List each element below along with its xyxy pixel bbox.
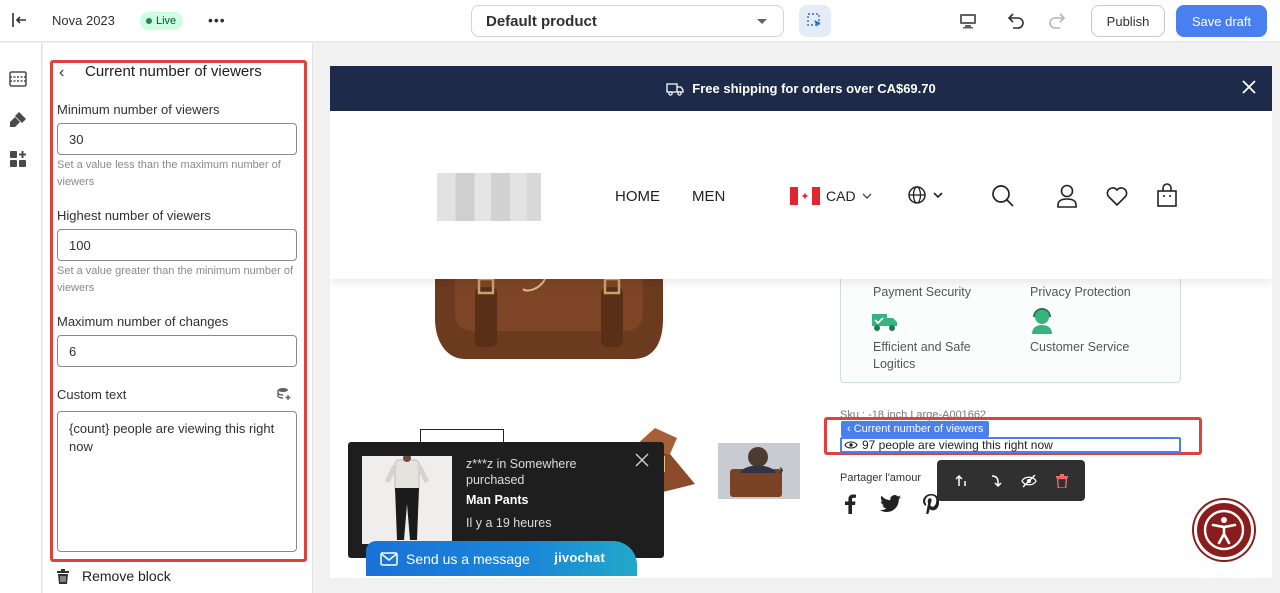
account-icon[interactable]: [1056, 184, 1078, 208]
chevron-right-icon[interactable]: ›: [779, 461, 784, 477]
live-dot-icon: [146, 18, 152, 24]
currency-selector[interactable]: ✦ CAD: [790, 187, 872, 205]
mail-icon: [380, 551, 398, 566]
trust-payment-security: Payment Security: [873, 285, 971, 299]
sections-icon[interactable]: [8, 69, 28, 89]
remove-block-label: Remove block: [82, 568, 171, 584]
delivery-truck-icon: [871, 310, 899, 332]
chevron-down-icon: [757, 19, 767, 24]
chat-label: Send us a message: [406, 550, 530, 567]
trust-efficient-logistics: Efficient and Safe Logitics: [873, 340, 971, 371]
trust-privacy-protection: Privacy Protection: [1030, 285, 1131, 299]
status-badge-label: Live: [156, 15, 177, 27]
redo-icon[interactable]: [1047, 10, 1069, 32]
popup-purchased: purchased: [466, 473, 525, 487]
back-chevron-icon[interactable]: ‹: [59, 64, 64, 82]
trust-customer-service: Customer Service: [1030, 340, 1130, 354]
canada-flag-icon: ✦: [790, 187, 820, 205]
editor-topbar: Nova 2023 Live ••• Default product Publi…: [0, 0, 1280, 42]
custom-text-label: Custom text: [57, 387, 127, 402]
chat-widget[interactable]: Send us a message jivochat: [366, 541, 637, 576]
max-viewers-label: Highest number of viewers: [57, 208, 211, 223]
move-down-icon[interactable]: [988, 474, 1002, 488]
block-actions-toolbar: [937, 460, 1085, 501]
min-viewers-input[interactable]: 30: [57, 123, 297, 155]
apps-icon[interactable]: [8, 149, 28, 169]
viewer-count-text: 97 people are viewing this right now: [862, 438, 1053, 452]
status-badge: Live: [140, 12, 184, 30]
panel-title: Current number of viewers: [85, 63, 262, 80]
close-icon[interactable]: [635, 453, 649, 467]
selected-block-tag-label: Current number of viewers: [853, 423, 984, 435]
eye-icon: [844, 441, 858, 449]
product-main-image[interactable]: [435, 279, 663, 369]
max-viewers-input[interactable]: 100: [57, 229, 297, 261]
chat-brand-logo: jivochat: [554, 550, 605, 565]
wishlist-heart-icon[interactable]: [1106, 186, 1128, 206]
min-viewers-label: Minimum number of viewers: [57, 102, 220, 117]
custom-text-area[interactable]: {count} people are viewing this right no…: [57, 411, 297, 552]
more-actions-icon[interactable]: •••: [208, 12, 226, 28]
inspector-button[interactable]: [799, 5, 831, 37]
max-changes-label: Maximum number of changes: [57, 314, 229, 329]
facebook-icon[interactable]: [844, 494, 856, 514]
popup-buyer: z***z in Somewhere: [466, 457, 577, 471]
twitter-icon[interactable]: [880, 495, 901, 513]
customer-service-icon: [1030, 308, 1054, 334]
close-icon[interactable]: [1242, 80, 1256, 94]
store-header: HOME MEN ✦ CAD: [330, 111, 1272, 279]
template-select-value: Default product: [486, 12, 597, 30]
popup-time: Il y a 19 heures: [466, 516, 552, 530]
language-selector[interactable]: [907, 184, 945, 206]
save-draft-button[interactable]: Save draft: [1176, 5, 1267, 37]
accessibility-icon: [1203, 509, 1245, 551]
popup-product-image[interactable]: [362, 456, 452, 544]
delivery-truck-icon: [666, 82, 684, 96]
editor-rail: [0, 43, 42, 593]
selected-block-tag[interactable]: ‹ Current number of viewers: [841, 421, 990, 437]
nav-men[interactable]: MEN: [692, 188, 725, 205]
min-viewers-help: Set a value less than the maximum number…: [57, 159, 281, 188]
trash-icon[interactable]: [1055, 473, 1068, 488]
max-viewers-help: Set a value greater than the minimum num…: [57, 265, 294, 294]
store-name: Nova 2023: [52, 13, 115, 28]
publish-button[interactable]: Publish: [1091, 5, 1165, 37]
nav-home[interactable]: HOME: [615, 188, 660, 205]
trash-icon: [57, 568, 69, 584]
currency-label: CAD: [826, 188, 856, 204]
template-select[interactable]: Default product: [471, 5, 784, 37]
theme-settings-icon[interactable]: [8, 110, 28, 130]
store-logo[interactable]: [437, 173, 541, 221]
undo-icon[interactable]: [1004, 10, 1026, 32]
move-up-icon[interactable]: [954, 474, 969, 488]
popup-product-name[interactable]: Man Pants: [466, 493, 529, 507]
globe-icon: [908, 186, 943, 204]
cursor-select-icon: [807, 13, 821, 27]
search-icon[interactable]: [991, 184, 1015, 208]
viewer-count-block[interactable]: 97 people are viewing this right now: [840, 437, 1181, 453]
chevron-down-icon: [862, 193, 872, 199]
cart-bag-icon[interactable]: [1156, 183, 1178, 207]
dynamic-source-icon[interactable]: [277, 387, 291, 401]
max-changes-input[interactable]: 6: [57, 335, 297, 367]
announcement-text: Free shipping for orders over CA$69.70: [692, 81, 936, 96]
hide-eye-icon[interactable]: [1020, 474, 1037, 488]
product-thumbnail[interactable]: [718, 443, 800, 499]
remove-block-button[interactable]: Remove block: [56, 568, 171, 584]
share-label: Partager l'amour: [840, 472, 921, 484]
accessibility-button[interactable]: [1194, 500, 1254, 560]
announcement-bar: Free shipping for orders over CA$69.70: [330, 66, 1272, 111]
desktop-icon[interactable]: [958, 11, 978, 31]
exit-icon[interactable]: [10, 11, 28, 29]
